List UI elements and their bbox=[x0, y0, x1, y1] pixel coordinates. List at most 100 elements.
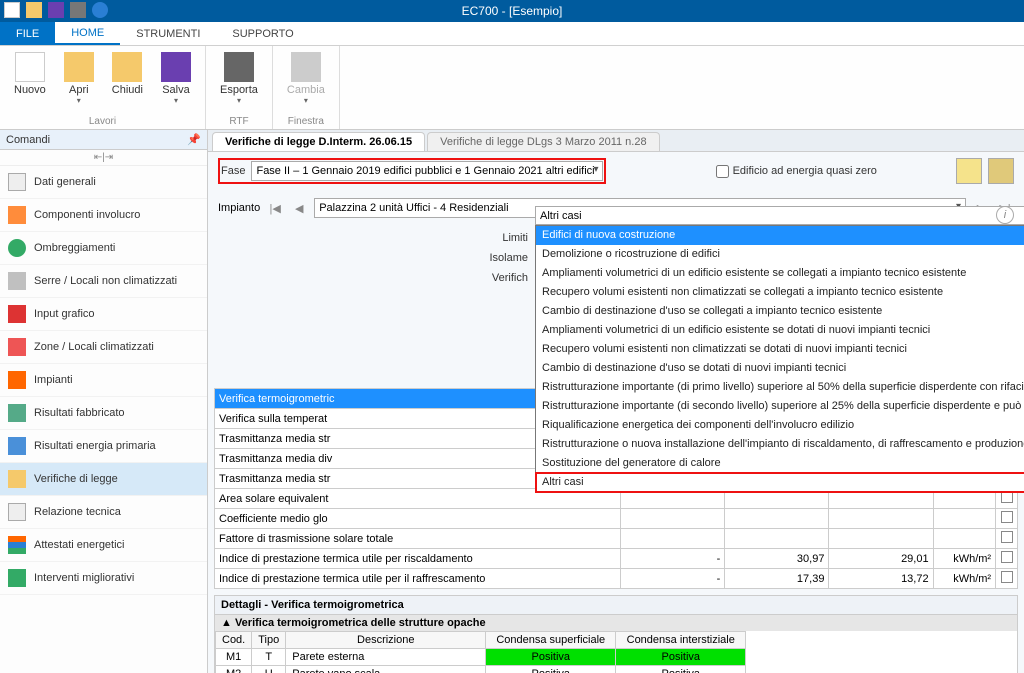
dropdown-option[interactable]: Demolizione o ricostruzione di edifici bbox=[536, 245, 1024, 264]
row-checkbox[interactable] bbox=[1001, 551, 1013, 563]
dropdown-option[interactable]: Altri casi bbox=[536, 473, 1024, 492]
ribbon-apri[interactable]: Apri▾ bbox=[58, 50, 100, 107]
sidebar-item-risultati-energia-primaria[interactable]: Risultati energia primaria bbox=[0, 430, 207, 463]
ribbon-label: Chiudi bbox=[112, 84, 143, 96]
table-row[interactable]: Indice di prestazione termica utile per … bbox=[215, 569, 1018, 589]
details-table[interactable]: Cod.TipoDescrizioneCondensa superficiale… bbox=[215, 631, 746, 673]
menu-tab-supporto[interactable]: SUPPORTO bbox=[216, 22, 309, 45]
sidebar-item-attestati-energetici[interactable]: Attestati energetici bbox=[0, 529, 207, 562]
sidebar-item-label: Componenti involucro bbox=[34, 209, 140, 221]
dropdown-option[interactable]: Cambio di destinazione d'uso se collegat… bbox=[536, 302, 1024, 321]
sidebar-title: Comandi bbox=[6, 134, 50, 146]
sidebar-item-label: Verifiche di legge bbox=[34, 473, 118, 485]
doc-tab[interactable]: Verifiche di legge D.Interm. 26.06.15 bbox=[212, 132, 425, 151]
table-row[interactable]: M1TParete esternaPositivaPositiva bbox=[216, 649, 746, 666]
sidebar-item-serre-locali-non-climatizzati[interactable]: Serre / Locali non climatizzati bbox=[0, 265, 207, 298]
fase-highlight: Fase Fase II – 1 Gennaio 2019 edifici pu… bbox=[218, 158, 606, 184]
ribbon-salva[interactable]: Salva▾ bbox=[155, 50, 197, 107]
window-title: EC700 - [Esempio] bbox=[462, 4, 563, 18]
ribbon-nuovo[interactable]: Nuovo bbox=[8, 50, 52, 107]
sidebar-item-ombreggiamenti[interactable]: Ombreggiamenti bbox=[0, 232, 207, 265]
qat-print-icon[interactable] bbox=[70, 2, 86, 18]
grid-icon bbox=[8, 437, 26, 455]
qat-help-icon[interactable] bbox=[92, 2, 108, 18]
dropdown-option[interactable]: Ampliamenti volumetrici di un edificio e… bbox=[536, 321, 1024, 340]
lines-icon bbox=[8, 536, 26, 554]
chevron-down-icon: ▾ bbox=[77, 96, 81, 105]
zero-energy-checkbox[interactable] bbox=[716, 165, 729, 178]
sidebar-item-label: Attestati energetici bbox=[34, 539, 125, 551]
dropdown-option[interactable]: Cambio di destinazione d'uso se dotati d… bbox=[536, 359, 1024, 378]
menu-tab-strumenti[interactable]: STRUMENTI bbox=[120, 22, 216, 45]
dropdown-option[interactable]: Sostituzione del generatore di calore bbox=[536, 454, 1024, 473]
details-title: Dettagli - Verifica termoigrometrica bbox=[215, 596, 1017, 615]
qat-new-icon[interactable] bbox=[4, 2, 20, 18]
dropdown-option[interactable]: Recupero volumi esistenti non climatizza… bbox=[536, 283, 1024, 302]
sidebar-item-label: Risultati energia primaria bbox=[34, 440, 156, 452]
qat-save-icon[interactable] bbox=[48, 2, 64, 18]
row-checkbox[interactable] bbox=[1001, 571, 1013, 583]
sidebar-collapse[interactable]: ⇤|⇥ bbox=[0, 150, 207, 166]
dropdown-option[interactable]: Riqualificazione energetica dei componen… bbox=[536, 416, 1024, 435]
sidebar-item-impianti[interactable]: Impianti bbox=[0, 364, 207, 397]
details-subtitle: ▲ Verifica termoigrometrica delle strutt… bbox=[215, 615, 1017, 631]
col-header: Condensa interstiziale bbox=[616, 632, 746, 649]
ribbon-label: Cambia bbox=[287, 84, 325, 96]
sidebar-item-relazione-tecnica[interactable]: Relazione tecnica bbox=[0, 496, 207, 529]
info-icon[interactable]: i bbox=[996, 206, 1014, 224]
dropdown-option[interactable]: Ampliamenti volumetrici di un edificio e… bbox=[536, 264, 1024, 283]
dropdown-option[interactable]: Ristrutturazione o nuova installazione d… bbox=[536, 435, 1024, 454]
edit-button[interactable] bbox=[956, 158, 982, 184]
label-limiti: Limiti bbox=[438, 228, 528, 248]
menu-file[interactable]: FILE bbox=[0, 22, 55, 45]
qat-open-icon[interactable] bbox=[26, 2, 42, 18]
sidebar-item-label: Risultati fabbricato bbox=[34, 407, 125, 419]
impianto-label: Impianto bbox=[218, 202, 260, 214]
ruler-icon bbox=[8, 305, 26, 323]
dropdown-option[interactable]: Recupero volumi esistenti non climatizza… bbox=[536, 340, 1024, 359]
ribbon-label: Esporta bbox=[220, 84, 258, 96]
sidebar-item-label: Input grafico bbox=[34, 308, 95, 320]
sidebar-item-interventi-migliorativi[interactable]: Interventi migliorativi bbox=[0, 562, 207, 595]
sidebar: Comandi 📌 ⇤|⇥ Dati generali Componenti in… bbox=[0, 130, 208, 673]
case-dropdown[interactable]: Edifici di nuova costruzioneDemolizione … bbox=[535, 225, 1024, 493]
ribbon: NuovoApri▾ChiudiSalva▾LavoriEsporta▾RTFC… bbox=[0, 46, 1024, 130]
sidebar-header: Comandi 📌 bbox=[0, 130, 207, 150]
doc-tab[interactable]: Verifiche di legge DLgs 3 Marzo 2011 n.2… bbox=[427, 132, 659, 151]
sidebar-item-input-grafico[interactable]: Input grafico bbox=[0, 298, 207, 331]
col-header: Tipo bbox=[252, 632, 286, 649]
dropdown-option[interactable]: Ristrutturazione importante (di primo li… bbox=[536, 378, 1024, 397]
row-checkbox[interactable] bbox=[1001, 531, 1013, 543]
save-button[interactable] bbox=[988, 158, 1014, 184]
esporta-icon bbox=[224, 52, 254, 82]
sidebar-item-risultati-fabbricato[interactable]: Risultati fabbricato bbox=[0, 397, 207, 430]
ribbon-label: Apri bbox=[69, 84, 89, 96]
dropdown-option[interactable]: Edifici di nuova costruzione bbox=[536, 226, 1024, 245]
sidebar-item-zone-locali-climatizzati[interactable]: Zone / Locali climatizzati bbox=[0, 331, 207, 364]
ribbon-group-label: RTF bbox=[229, 116, 248, 127]
doc-icon bbox=[8, 503, 26, 521]
col-header: Descrizione bbox=[286, 632, 486, 649]
table-row[interactable]: M2UParete vano scalaPositivaPositiva bbox=[216, 666, 746, 673]
case-combo[interactable]: Altri casi bbox=[535, 206, 1024, 225]
table-row[interactable]: Indice di prestazione termica utile per … bbox=[215, 549, 1018, 569]
table-row[interactable]: Fattore di trasmissione solare totale bbox=[215, 529, 1018, 549]
label-isolame: Isolame bbox=[438, 248, 528, 268]
nav-first-icon[interactable]: |◀ bbox=[266, 199, 284, 217]
ribbon-cambia: Cambia▾ bbox=[281, 50, 331, 107]
fase-combo[interactable]: Fase II – 1 Gennaio 2019 edifici pubblic… bbox=[251, 161, 603, 181]
house-green-icon bbox=[8, 569, 26, 587]
menu-tab-home[interactable]: HOME bbox=[55, 22, 120, 45]
nav-prev-icon[interactable]: ◀ bbox=[290, 199, 308, 217]
dropdown-option[interactable]: Ristrutturazione importante (di secondo … bbox=[536, 397, 1024, 416]
pin-icon[interactable]: 📌 bbox=[187, 133, 201, 146]
ribbon-chiudi[interactable]: Chiudi bbox=[106, 50, 149, 107]
table-row[interactable]: Coefficiente medio glo bbox=[215, 509, 1018, 529]
fase-label: Fase bbox=[221, 165, 245, 177]
sidebar-item-componenti-involucro[interactable]: Componenti involucro bbox=[0, 199, 207, 232]
row-checkbox[interactable] bbox=[1001, 511, 1013, 523]
ribbon-esporta[interactable]: Esporta▾ bbox=[214, 50, 264, 107]
sidebar-item-verifiche-di-legge[interactable]: Verifiche di legge bbox=[0, 463, 207, 496]
sidebar-item-label: Zone / Locali climatizzati bbox=[34, 341, 154, 353]
sidebar-item-dati-generali[interactable]: Dati generali bbox=[0, 166, 207, 199]
